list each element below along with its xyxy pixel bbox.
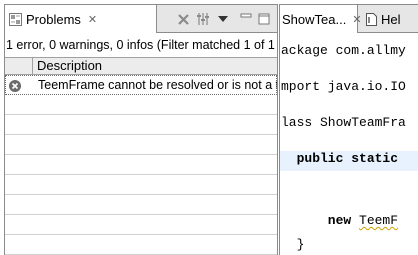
- chevron-down-icon[interactable]: [216, 11, 230, 27]
- clear-icon[interactable]: [175, 11, 191, 27]
- tab-showteamframe-label: ShowTea...: [282, 11, 347, 27]
- tab-close-icon[interactable]: ✕: [352, 13, 361, 26]
- tab-problems[interactable]: Problems ✕: [5, 5, 157, 33]
- code-line: mport java.io.IO: [281, 79, 406, 94]
- new-keyword: new: [281, 213, 360, 228]
- editor-tab-bar: ShowTea... ✕ Hel: [280, 5, 418, 33]
- problems-table-header: Description: [5, 57, 277, 75]
- code-line: }: [281, 237, 305, 252]
- table-row: [5, 215, 277, 235]
- code-line-error: new TeemF: [281, 213, 398, 229]
- unresolved-type: TeemF: [359, 213, 399, 228]
- problems-tab-bar: Problems ✕: [5, 5, 277, 33]
- problems-icon: [9, 12, 22, 26]
- table-row: [5, 175, 277, 195]
- code-line: public static: [281, 151, 399, 166]
- table-row[interactable]: TeemFrame cannot be resolved or is not a…: [5, 75, 277, 95]
- table-row: [5, 235, 277, 255]
- problems-table: Description TeemFrame cannot be resolved…: [5, 57, 277, 255]
- problems-summary: 1 error, 0 warnings, 0 infos (Filter mat…: [5, 33, 277, 57]
- tab-showteamframe[interactable]: ShowTea... ✕: [280, 5, 362, 33]
- code-line: lass ShowTeamFra: [281, 115, 406, 130]
- filter-icon[interactable]: [195, 11, 211, 27]
- error-icon: [9, 80, 21, 92]
- tab-close-icon[interactable]: ✕: [88, 13, 97, 26]
- problem-description: TeemFrame cannot be resolved or is not a…: [38, 78, 278, 92]
- minimize-icon[interactable]: [239, 11, 253, 27]
- table-row: [5, 135, 277, 155]
- table-row: [5, 195, 277, 215]
- table-row: [5, 155, 277, 175]
- document-icon: [366, 12, 377, 26]
- code-editor: ShowTea... ✕ Hel ackage com.allmy mport …: [279, 4, 418, 255]
- problems-view: Problems ✕ 1 error, 0 warnings, 0 infos …: [4, 4, 278, 255]
- header-gutter: [5, 58, 33, 74]
- maximize-icon[interactable]: [257, 11, 271, 27]
- tab-problems-label: Problems: [26, 11, 81, 27]
- table-row: [5, 115, 277, 135]
- tab-hello-label: Hel: [381, 11, 401, 27]
- table-row: [5, 95, 277, 115]
- code-line: ackage com.allmy: [281, 43, 406, 58]
- column-header-description[interactable]: Description: [37, 58, 102, 74]
- tab-hello[interactable]: Hel: [364, 5, 418, 33]
